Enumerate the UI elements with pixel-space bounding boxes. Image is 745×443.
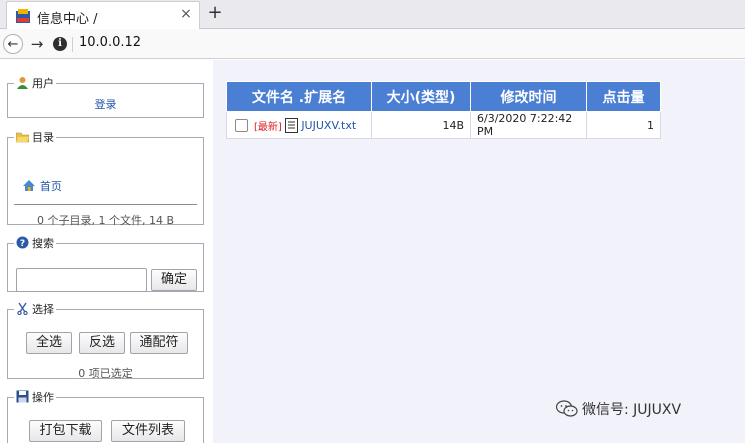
selected-count: 0 项已选定 (78, 367, 133, 380)
search-legend-text: 搜索 (32, 237, 54, 250)
column-header-name[interactable]: 文件名 .扩展名 (226, 81, 372, 112)
invert-selection-button[interactable]: 反选 (79, 332, 125, 354)
wechat-watermark: 微信号: JUJUXV (556, 399, 681, 419)
search-legend: ? 搜索 (14, 236, 56, 250)
column-header-hits[interactable]: 点击量 (586, 81, 661, 112)
new-badge: [最新] (254, 121, 282, 133)
select-legend-text: 选择 (32, 303, 54, 316)
confirm-button[interactable]: 确定 (151, 269, 197, 291)
scissors-icon (17, 302, 28, 315)
directory-panel: 目录 首页 0 个子目录, 1 个文件, 14 B (7, 130, 204, 227)
directory-divider (14, 204, 197, 205)
operations-legend-text: 操作 (32, 391, 54, 404)
search-panel: ? 搜索 确定 (7, 236, 204, 292)
directory-summary: 0 个子目录, 1 个文件, 14 B (36, 214, 175, 227)
browser-tab[interactable]: 信息中心 / × (6, 1, 200, 29)
file-icon (284, 117, 298, 133)
file-list-button[interactable]: 文件列表 (111, 420, 185, 442)
file-size-cell: 14B (371, 111, 471, 139)
nav-bar: ← → i 10.0.0.12 (0, 29, 745, 59)
folder-icon (16, 132, 29, 143)
page-content: 用户 登录 目录 首页 0 个子目录, 1 个文件, 14 B ? 搜索 确定 … (0, 60, 745, 443)
table-header-row: 文件名 .扩展名 大小(类型) 修改时间 点击量 (226, 81, 661, 112)
select-panel: 选择 全选 反选 通配符 0 项已选定 (7, 302, 204, 380)
home-link[interactable]: 首页 (40, 180, 62, 193)
sidebar: 用户 登录 目录 首页 0 个子目录, 1 个文件, 14 B ? 搜索 确定 … (0, 60, 213, 443)
directory-legend-text: 目录 (32, 131, 54, 144)
tab-title: 信息中心 / (37, 12, 98, 27)
pack-download-button[interactable]: 打包下载 (29, 420, 102, 442)
column-header-modified[interactable]: 修改时间 (470, 81, 587, 112)
row-checkbox[interactable] (235, 118, 248, 132)
svg-text:?: ? (20, 239, 25, 249)
file-link[interactable]: JUJUXV.txt (301, 119, 356, 132)
file-modified-cell: 6/3/2020 7:22:42 PM (470, 111, 587, 139)
directory-legend: 目录 (14, 130, 56, 144)
save-icon (16, 390, 29, 403)
user-legend-text: 用户 (32, 77, 54, 90)
tab-bar: 信息中心 / × + (0, 0, 745, 29)
select-legend: 选择 (14, 302, 56, 316)
user-panel: 用户 登录 (7, 76, 204, 118)
back-button[interactable]: ← (3, 34, 23, 54)
file-name-cell: [最新] JUJUXV.txt (226, 111, 372, 139)
favicon-icon (16, 9, 30, 23)
select-all-button[interactable]: 全选 (26, 332, 72, 354)
file-hits-cell: 1 (586, 111, 661, 139)
address-bar[interactable]: 10.0.0.12 (79, 35, 141, 50)
column-header-size[interactable]: 大小(类型) (371, 81, 471, 112)
info-icon[interactable]: i (53, 37, 67, 51)
new-tab-button[interactable]: + (205, 2, 225, 23)
watermark-text: 微信号: JUJUXV (582, 402, 682, 418)
search-input[interactable] (16, 268, 147, 292)
home-icon (23, 180, 35, 191)
url-separator (72, 37, 73, 52)
forward-button[interactable]: → (27, 34, 47, 54)
user-icon (17, 77, 28, 89)
close-icon[interactable]: × (179, 6, 193, 22)
file-table: 文件名 .扩展名 大小(类型) 修改时间 点击量 [最新] JUJUXV.txt… (226, 81, 661, 139)
operations-panel: 操作 打包下载 文件列表 (7, 390, 204, 443)
operations-legend: 操作 (14, 390, 56, 404)
wechat-icon (556, 400, 578, 417)
table-row[interactable]: [最新] JUJUXV.txt 14B 6/3/2020 7:22:42 PM … (226, 111, 661, 139)
login-link[interactable]: 登录 (95, 98, 117, 111)
user-legend: 用户 (14, 76, 56, 90)
help-icon: ? (16, 236, 29, 249)
wildcard-button[interactable]: 通配符 (130, 332, 188, 354)
